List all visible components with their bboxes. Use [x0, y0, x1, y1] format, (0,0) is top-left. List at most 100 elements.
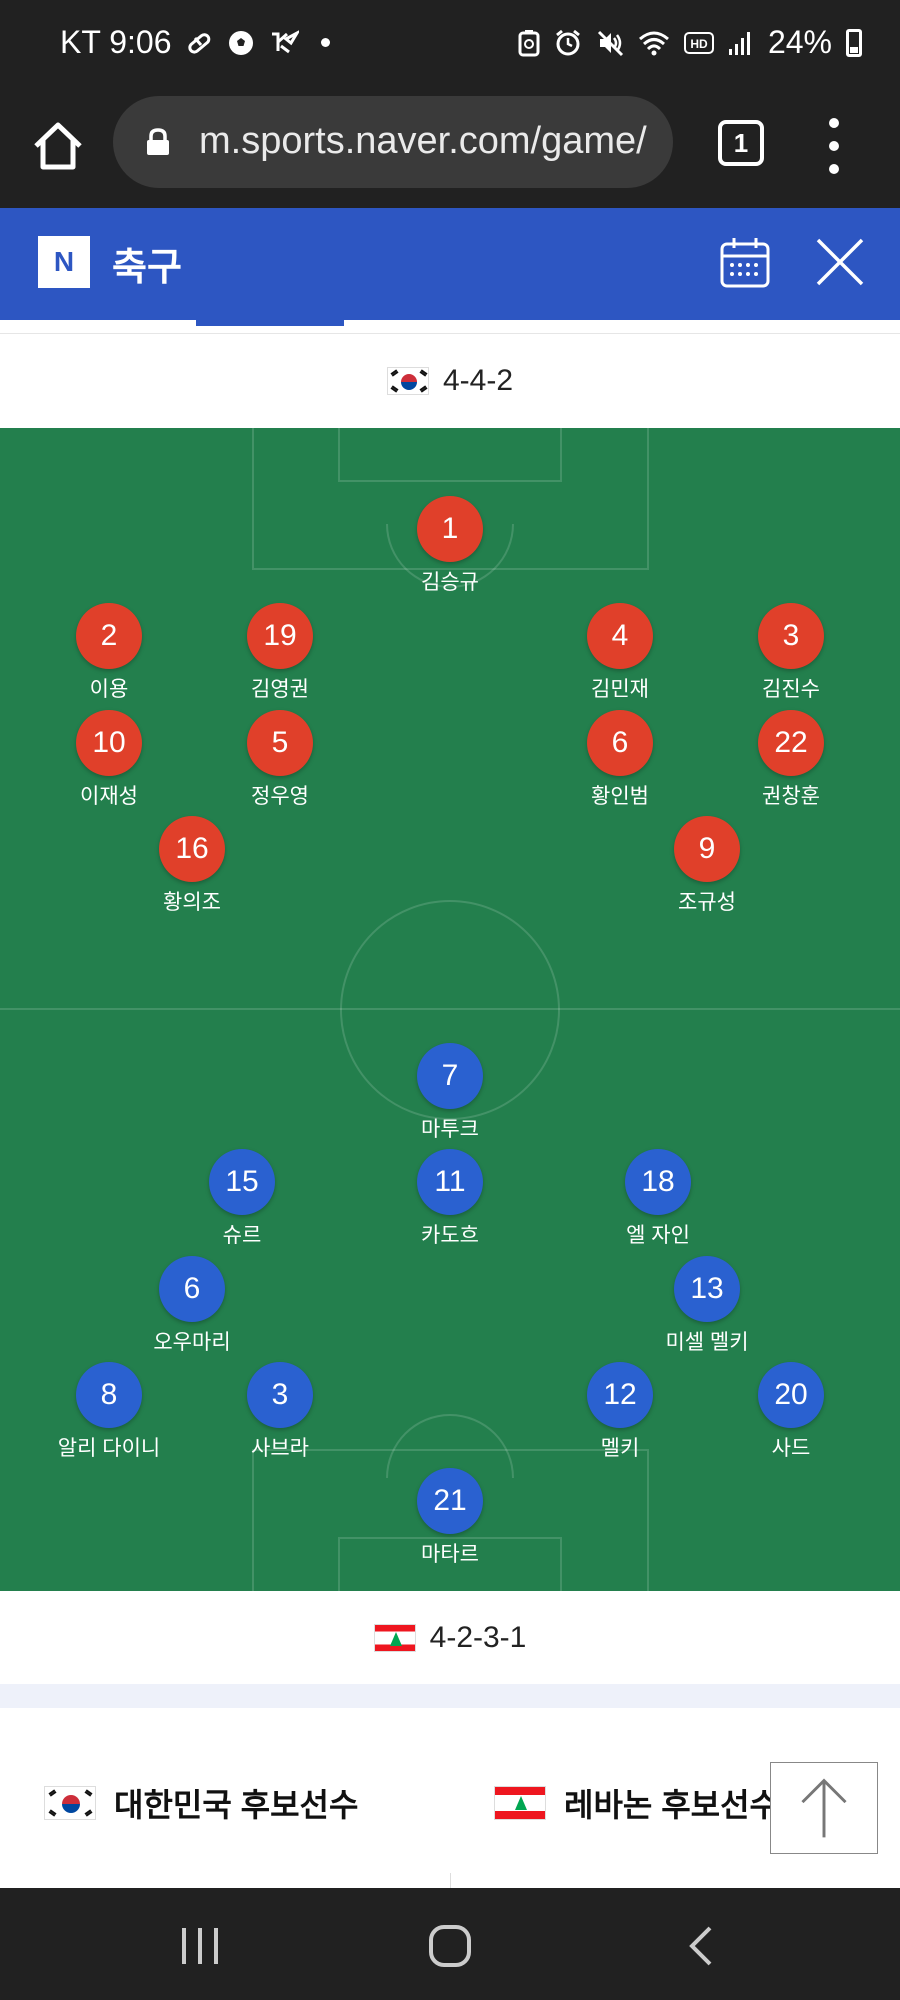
player-number: 19 [247, 603, 313, 669]
back-icon[interactable] [680, 1924, 724, 1968]
player-name: 알리 다이니 [57, 1437, 161, 1460]
status-right: HD 24% [518, 24, 862, 61]
away-player-marker[interactable]: 3 사브라 [205, 1362, 355, 1462]
section-divider [0, 1684, 900, 1708]
player-number: 3 [758, 603, 824, 669]
away-player-marker[interactable]: 11 카도흐 [375, 1149, 525, 1249]
player-name: 카도흐 [421, 1224, 479, 1247]
player-number: 3 [247, 1362, 313, 1428]
player-name: 사브라 [251, 1437, 309, 1460]
recent-apps-icon[interactable] [178, 1924, 222, 1968]
home-player-marker[interactable]: 3 김진수 [716, 603, 866, 703]
browser-toolbar: m.sports.naver.com/game/ 1 [0, 92, 900, 208]
status-bar: KT 9:06 HD 24% [0, 0, 900, 92]
away-player-marker[interactable]: 8 알리 다이니 [34, 1362, 184, 1462]
carrier-time: KT 9:06 [60, 24, 172, 60]
url-text: m.sports.naver.com/game/ [199, 120, 647, 162]
player-name: 엘 자인 [626, 1224, 690, 1247]
away-player-marker[interactable]: 12 멜키 [545, 1362, 695, 1462]
away-player-marker[interactable]: 20 사드 [716, 1362, 866, 1462]
player-number: 15 [209, 1149, 275, 1215]
player-name: 마타르 [421, 1543, 479, 1566]
svg-text:HD: HD [690, 37, 708, 51]
home-player-marker[interactable]: 1 김승규 [375, 496, 525, 596]
home-player-marker[interactable]: 5 정우영 [205, 710, 355, 810]
home-icon[interactable] [30, 118, 86, 174]
player-name: 김진수 [762, 678, 820, 701]
pitch: 1 김승규 2 이용 19 김영권 4 김민재 3 김진수 10 이재성 5 정우영 6 황인범 22 권창훈 16… [0, 428, 900, 1591]
home-player-marker[interactable]: 9 조규성 [632, 816, 782, 916]
player-name: 정우영 [251, 785, 309, 808]
lebanon-flag-icon [373, 1624, 416, 1652]
wifi-icon [638, 31, 669, 55]
player-number: 8 [76, 1362, 142, 1428]
signal-icon [728, 31, 750, 55]
substitutes-section: 대한민국 후보선수 레바논 후보선수 [0, 1708, 900, 1888]
home-player-marker[interactable]: 10 이재성 [34, 710, 184, 810]
player-name: 김승규 [421, 571, 479, 594]
away-player-marker[interactable]: 7 마투크 [375, 1043, 525, 1143]
away-player-marker[interactable]: 13 미셀 멜키 [632, 1256, 782, 1356]
away-formation: 4-2-3-1 [429, 1621, 527, 1654]
away-substitutes-header[interactable]: 레바논 후보선수 [494, 1780, 779, 1826]
player-number: 7 [417, 1043, 483, 1109]
mute-icon [597, 30, 624, 56]
app-header: N 축구 [0, 208, 900, 320]
player-name: 이용 [89, 678, 129, 701]
player-number: 9 [674, 816, 740, 882]
naver-logo[interactable]: N [38, 236, 90, 288]
status-left: KT 9:06 [60, 24, 331, 61]
player-name: 이재성 [80, 785, 138, 808]
korea-flag-icon [386, 367, 429, 395]
close-icon[interactable] [814, 236, 866, 288]
home-player-marker[interactable]: 6 황인범 [545, 710, 695, 810]
page-title: 축구 [112, 247, 182, 289]
battery-icon [846, 28, 862, 57]
home-nav-icon[interactable] [428, 1924, 472, 1968]
player-name: 사드 [771, 1437, 811, 1460]
sports-app-icon [272, 29, 300, 53]
player-number: 11 [417, 1149, 483, 1215]
away-player-marker[interactable]: 15 슈르 [167, 1149, 317, 1249]
player-number: 6 [587, 710, 653, 776]
calendar-icon[interactable] [720, 236, 770, 288]
player-number: 12 [587, 1362, 653, 1428]
battery-saver-icon [518, 29, 540, 56]
player-number: 18 [625, 1149, 691, 1215]
player-name: 황의조 [163, 891, 221, 914]
more-menu-icon[interactable] [822, 118, 846, 174]
home-player-marker[interactable]: 22 권창훈 [716, 710, 866, 810]
tab-switcher-button[interactable]: 1 [718, 120, 764, 166]
player-name: 마투크 [421, 1118, 479, 1141]
player-number: 20 [758, 1362, 824, 1428]
pill-icon [188, 32, 211, 54]
system-nav-bar [0, 1888, 900, 2000]
player-name: 조규성 [678, 891, 736, 914]
address-bar[interactable]: m.sports.naver.com/game/ [113, 96, 673, 188]
home-player-marker[interactable]: 4 김민재 [545, 603, 695, 703]
player-name: 황인범 [591, 785, 649, 808]
home-substitutes-header[interactable]: 대한민국 후보선수 [44, 1780, 358, 1826]
player-number: 4 [587, 603, 653, 669]
home-substitutes-label: 대한민국 후보선수 [114, 1787, 359, 1823]
player-name: 김영권 [251, 678, 309, 701]
away-player-marker[interactable]: 21 마타르 [375, 1468, 525, 1568]
soccer-ball-icon [229, 30, 254, 55]
away-player-marker[interactable]: 18 엘 자인 [583, 1149, 733, 1249]
player-name: 김민재 [591, 678, 649, 701]
home-formation: 4-4-2 [442, 364, 514, 397]
player-number: 1 [417, 496, 483, 562]
home-player-marker[interactable]: 16 황의조 [117, 816, 267, 916]
alarm-icon [556, 29, 580, 55]
lebanon-flag-icon [494, 1786, 546, 1820]
scroll-to-top-button[interactable] [770, 1762, 878, 1854]
tab-strip [0, 320, 900, 334]
active-tab-indicator [196, 320, 344, 326]
away-player-marker[interactable]: 6 오우마리 [117, 1256, 267, 1356]
korea-flag-icon [44, 1786, 96, 1820]
home-player-marker[interactable]: 19 김영권 [205, 603, 355, 703]
player-name: 슈르 [222, 1224, 262, 1247]
column-divider [450, 1873, 451, 1888]
notification-dot-icon [321, 38, 331, 47]
home-player-marker[interactable]: 2 이용 [34, 603, 184, 703]
